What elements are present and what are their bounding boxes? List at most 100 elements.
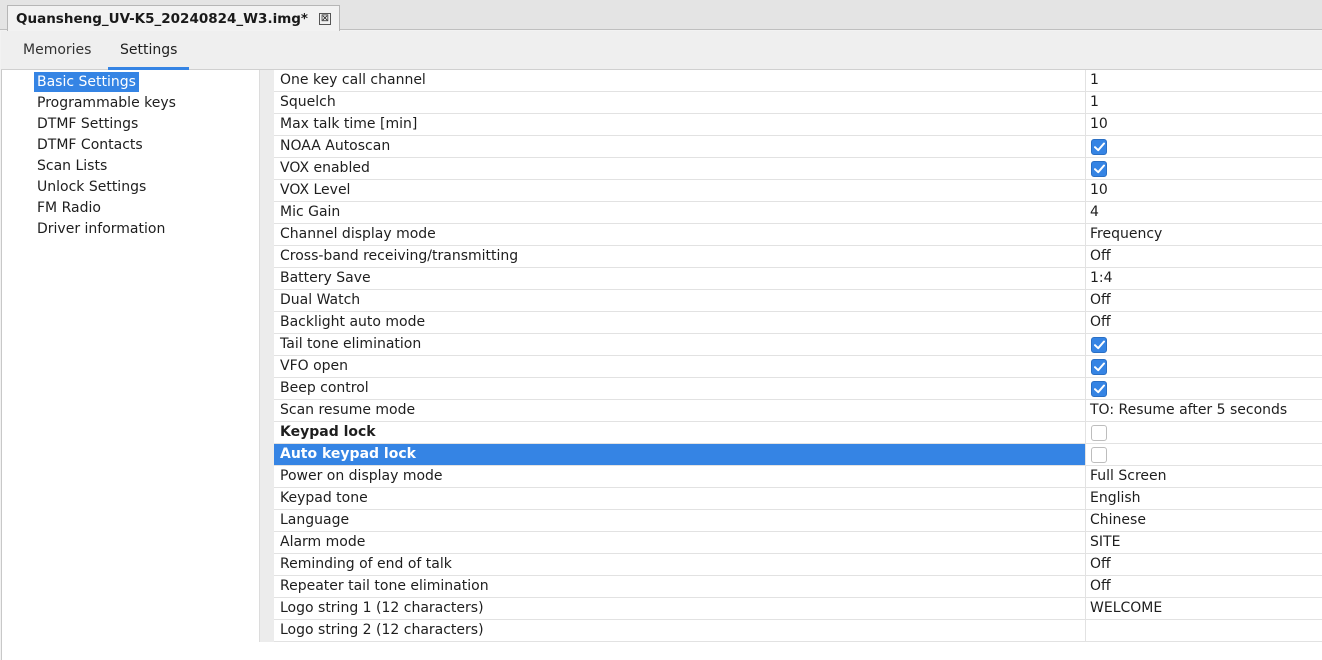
checkmark-icon [1094, 142, 1105, 152]
setting-value[interactable]: TO: Resume after 5 seconds [1086, 400, 1322, 421]
setting-label: Cross-band receiving/transmitting [280, 248, 519, 264]
setting-label: Max talk time [min] [280, 116, 418, 132]
checkbox-unchecked[interactable] [1091, 447, 1107, 463]
nav-item-fm-radio[interactable]: FM Radio [34, 198, 104, 218]
setting-value[interactable]: 1 [1086, 92, 1322, 113]
main-tab-bar: Memories Settings [1, 31, 1322, 70]
setting-checkbox-cell[interactable] [1086, 422, 1322, 443]
setting-row-keypad-lock[interactable]: Keypad lock [274, 422, 1322, 444]
setting-row-language[interactable]: Language Chinese [274, 510, 1322, 532]
setting-value[interactable]: Chinese [1086, 510, 1322, 531]
document-tab-strip: Quansheng_UV-K5_20240824_W3.img* ⊠ [0, 0, 1322, 31]
setting-label: Scan resume mode [280, 402, 416, 418]
app-window: Quansheng_UV-K5_20240824_W3.img* ⊠ Memor… [0, 0, 1322, 660]
setting-label: Alarm mode [280, 534, 366, 550]
setting-row-squelch[interactable]: Squelch 1 [274, 92, 1322, 114]
setting-row-backlight-auto-mode[interactable]: Backlight auto mode Off [274, 312, 1322, 334]
setting-row-dual-watch[interactable]: Dual Watch Off [274, 290, 1322, 312]
checkbox-checked[interactable] [1091, 139, 1107, 155]
setting-value[interactable]: English [1086, 488, 1322, 509]
setting-row-repeater-tail-tone-elimination[interactable]: Repeater tail tone elimination Off [274, 576, 1322, 598]
setting-label: Power on display mode [280, 468, 443, 484]
setting-value[interactable]: Off [1086, 576, 1322, 597]
setting-row-max-talk-time-min[interactable]: Max talk time [min] 10 [274, 114, 1322, 136]
setting-row-power-on-display-mode[interactable]: Power on display mode Full Screen [274, 466, 1322, 488]
setting-value[interactable]: SITE [1086, 532, 1322, 553]
setting-value[interactable]: 4 [1086, 202, 1322, 223]
setting-label: Tail tone elimination [280, 336, 422, 352]
setting-label: Mic Gain [280, 204, 341, 220]
setting-row-scan-resume-mode[interactable]: Scan resume mode TO: Resume after 5 secon… [274, 400, 1322, 422]
checkmark-icon [1094, 164, 1105, 174]
setting-row-reminding-of-end-of-talk[interactable]: Reminding of end of talk Off [274, 554, 1322, 576]
checkbox-checked[interactable] [1091, 161, 1107, 177]
setting-row-mic-gain[interactable]: Mic Gain 4 [274, 202, 1322, 224]
checkmark-icon [1094, 362, 1105, 372]
setting-label: One key call channel [280, 72, 426, 88]
setting-row-beep-control[interactable]: Beep control [274, 378, 1322, 400]
setting-checkbox-cell[interactable] [1086, 136, 1322, 157]
tab-memories[interactable]: Memories [11, 31, 103, 70]
checkmark-icon [1094, 384, 1105, 394]
setting-label: Backlight auto mode [280, 314, 426, 330]
nav-item-programmable-keys[interactable]: Programmable keys [34, 93, 179, 113]
checkbox-checked[interactable] [1091, 337, 1107, 353]
nav-item-basic-settings[interactable]: Basic Settings [34, 72, 139, 92]
close-icon[interactable]: ⊠ [319, 12, 331, 25]
setting-value[interactable]: 1 [1086, 70, 1322, 91]
setting-row-vfo-open[interactable]: VFO open [274, 356, 1322, 378]
setting-row-logo-string-1-12-characters[interactable]: Logo string 1 (12 characters) WELCOME [274, 598, 1322, 620]
setting-label: VOX Level [280, 182, 351, 198]
checkbox-checked[interactable] [1091, 381, 1107, 397]
setting-value[interactable]: WELCOME [1086, 598, 1322, 619]
setting-row-one-key-call-channel[interactable]: One key call channel 1 [274, 70, 1322, 92]
nav-item-scan-lists[interactable]: Scan Lists [34, 156, 110, 176]
setting-value[interactable]: Frequency [1086, 224, 1322, 245]
setting-value[interactable] [1086, 620, 1322, 641]
setting-checkbox-cell[interactable] [1086, 158, 1322, 179]
setting-label: Battery Save [280, 270, 371, 286]
nav-item-unlock-settings[interactable]: Unlock Settings [34, 177, 149, 197]
setting-label: Channel display mode [280, 226, 436, 242]
setting-checkbox-cell[interactable] [1086, 378, 1322, 399]
pane-splitter[interactable] [259, 70, 274, 642]
setting-value[interactable]: Off [1086, 246, 1322, 267]
setting-value[interactable]: 10 [1086, 180, 1322, 201]
tab-settings[interactable]: Settings [108, 31, 190, 70]
nav-item-driver-information[interactable]: Driver information [34, 219, 168, 239]
setting-value[interactable]: Off [1086, 290, 1322, 311]
setting-row-cross-band-receiving-transmitting[interactable]: Cross-band receiving/transmitting Off [274, 246, 1322, 268]
setting-row-battery-save[interactable]: Battery Save 1:4 [274, 268, 1322, 290]
setting-label: VFO open [280, 358, 349, 374]
checkbox-unchecked[interactable] [1091, 425, 1107, 441]
settings-content: Basic Settings Programmable keys DTMF Sett… [1, 70, 1322, 660]
setting-row-vox-enabled[interactable]: VOX enabled [274, 158, 1322, 180]
document-tab[interactable]: Quansheng_UV-K5_20240824_W3.img* ⊠ [7, 5, 340, 31]
setting-label: Beep control [280, 380, 369, 396]
setting-label: VOX enabled [280, 160, 370, 176]
setting-checkbox-cell[interactable] [1086, 444, 1322, 465]
nav-item-dtmf-contacts[interactable]: DTMF Contacts [34, 135, 146, 155]
setting-row-logo-string-2-12-characters[interactable]: Logo string 2 (12 characters) [274, 620, 1322, 642]
setting-row-auto-keypad-lock[interactable]: Auto keypad lock [274, 444, 1322, 466]
setting-label: Auto keypad lock [274, 444, 1085, 465]
setting-row-noaa-autoscan[interactable]: NOAA Autoscan [274, 136, 1322, 158]
setting-value[interactable]: Full Screen [1086, 466, 1322, 487]
nav-item-dtmf-settings[interactable]: DTMF Settings [34, 114, 141, 134]
setting-row-tail-tone-elimination[interactable]: Tail tone elimination [274, 334, 1322, 356]
setting-row-channel-display-mode[interactable]: Channel display mode Frequency [274, 224, 1322, 246]
setting-label: Keypad tone [280, 490, 368, 506]
setting-value[interactable]: Off [1086, 554, 1322, 575]
setting-row-keypad-tone[interactable]: Keypad tone English [274, 488, 1322, 510]
setting-row-alarm-mode[interactable]: Alarm mode SITE [274, 532, 1322, 554]
setting-value[interactable]: Off [1086, 312, 1322, 333]
setting-value[interactable]: 10 [1086, 114, 1322, 135]
checkmark-icon [1094, 340, 1105, 350]
setting-label: Squelch [280, 94, 336, 110]
setting-checkbox-cell[interactable] [1086, 334, 1322, 355]
checkbox-checked[interactable] [1091, 359, 1107, 375]
setting-label: Reminding of end of talk [280, 556, 452, 572]
setting-value[interactable]: 1:4 [1086, 268, 1322, 289]
setting-row-vox-level[interactable]: VOX Level 10 [274, 180, 1322, 202]
setting-checkbox-cell[interactable] [1086, 356, 1322, 377]
